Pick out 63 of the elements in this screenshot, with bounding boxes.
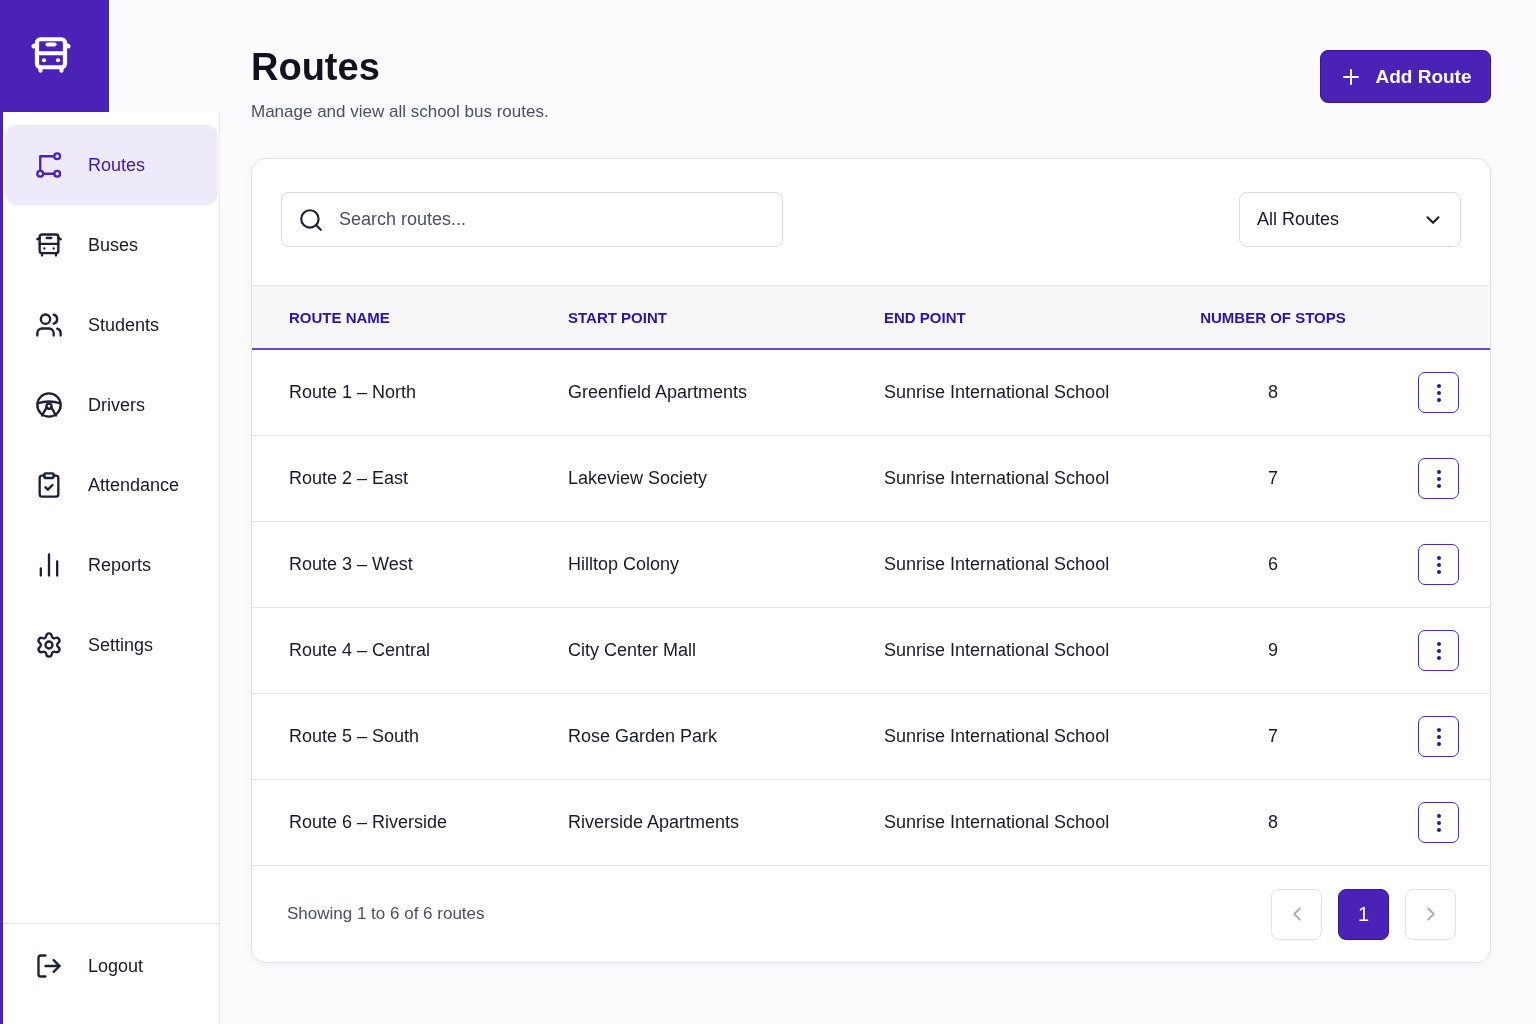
row-actions-button[interactable] xyxy=(1418,630,1459,671)
column-header: START POINT xyxy=(568,308,667,326)
table-cell: Route 5 – South xyxy=(289,726,420,747)
column-header: ROUTE NAME xyxy=(289,308,390,326)
row-actions-button[interactable] xyxy=(1418,716,1459,757)
vertical-dots-icon xyxy=(1436,469,1441,488)
table-cell: 7 xyxy=(1268,726,1278,747)
row-actions-button[interactable] xyxy=(1418,544,1459,585)
sidebar-item[interactable]: Students xyxy=(5,285,218,365)
table-cell: 6 xyxy=(1268,554,1278,575)
search-icon xyxy=(298,207,324,233)
route-path-icon xyxy=(35,151,63,179)
table-cell: Riverside Apartments xyxy=(568,812,740,833)
bus-icon xyxy=(35,231,63,259)
table-cell: Route 4 – Central xyxy=(289,640,431,661)
logout-item[interactable]: Logout xyxy=(5,926,144,1006)
table-cell: 8 xyxy=(1268,382,1278,403)
row-actions-button[interactable] xyxy=(1418,372,1459,413)
search-field[interactable]: Search routes... xyxy=(281,192,783,247)
settings-icon xyxy=(35,631,63,659)
table-cell: Hilltop Colony xyxy=(568,554,680,575)
table-cell: Route 2 – East xyxy=(289,468,409,489)
table-cell: City Center Mall xyxy=(568,640,697,661)
table-cell: Route 1 – North xyxy=(289,382,417,403)
table-cell: Lakeview Society xyxy=(568,468,708,489)
table-cell: Sunrise International School xyxy=(884,382,1110,403)
table-cell: Rose Garden Park xyxy=(568,726,718,747)
table-cell: Sunrise International School xyxy=(884,468,1110,489)
vertical-dots-icon xyxy=(1436,727,1441,746)
page-title: Routes xyxy=(251,45,381,90)
steering-wheel-icon xyxy=(35,391,63,419)
table-cell: Sunrise International School xyxy=(884,554,1110,575)
sidebar-item[interactable]: Buses xyxy=(5,205,218,285)
sidebar-item[interactable]: Reports xyxy=(5,525,218,605)
vertical-dots-icon xyxy=(1436,641,1441,660)
vertical-dots-icon xyxy=(1436,555,1441,574)
row-actions-button[interactable] xyxy=(1418,802,1459,843)
page-button[interactable]: 1 xyxy=(1338,888,1389,940)
vertical-dots-icon xyxy=(1436,813,1441,832)
logout-icon xyxy=(35,952,63,980)
table-cell: Sunrise International School xyxy=(884,812,1110,833)
table-cell: 7 xyxy=(1268,468,1278,489)
table-cell: 9 xyxy=(1268,640,1278,661)
bus-logo-icon xyxy=(29,34,72,76)
row-actions-button[interactable] xyxy=(1418,458,1459,499)
table-cell: 8 xyxy=(1268,812,1278,833)
filter-dropdown[interactable]: All Routes xyxy=(1239,192,1461,247)
sidebar-item[interactable]: Drivers xyxy=(5,365,218,445)
table-cell: Sunrise International School xyxy=(884,640,1110,661)
table-cell: Sunrise International School xyxy=(884,726,1110,747)
sidebar-item[interactable]: Attendance xyxy=(5,445,218,525)
add-route-button[interactable]: Add Route xyxy=(1320,50,1491,103)
page-subtitle: Manage and view all school bus routes. xyxy=(251,102,549,122)
users-icon xyxy=(35,311,63,339)
table-cell: Route 6 – Riverside xyxy=(289,812,448,833)
table-cell: Route 3 – West xyxy=(289,554,413,575)
sidebar-item[interactable]: Settings xyxy=(5,605,218,685)
table-summary: Showing 1 to 6 of 6 routes xyxy=(287,904,485,924)
sidebar-item[interactable]: Routes xyxy=(5,125,218,205)
table-cell: Greenfield Apartments xyxy=(568,382,748,403)
vertical-dots-icon xyxy=(1436,383,1441,402)
column-header: NUMBER OF STOPS xyxy=(1200,308,1346,326)
column-header: END POINT xyxy=(884,308,966,326)
